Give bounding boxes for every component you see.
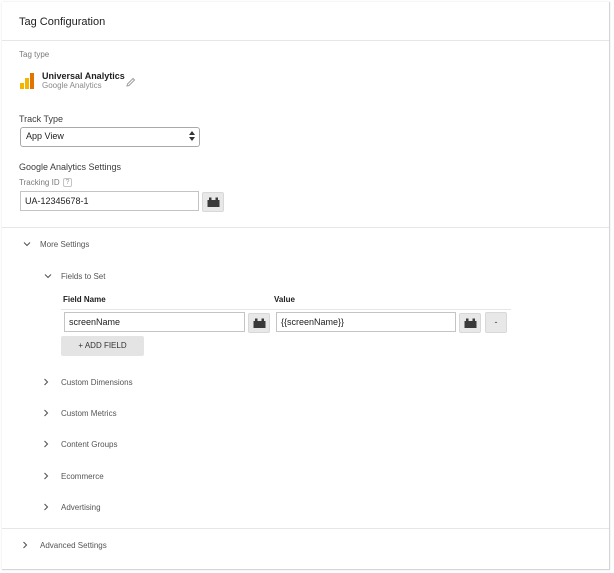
ga-settings-label: Google Analytics Settings bbox=[19, 162, 122, 172]
chevron-right-icon[interactable] bbox=[42, 472, 50, 480]
section-content-groups[interactable]: Content Groups bbox=[61, 440, 117, 449]
chevron-down-icon[interactable] bbox=[44, 272, 52, 280]
fields-to-set-label[interactable]: Fields to Set bbox=[61, 272, 105, 281]
chevron-right-icon[interactable] bbox=[42, 409, 50, 417]
chevron-down-icon[interactable] bbox=[23, 240, 31, 248]
tag-configuration-card: Tag Configuration Tag type Universal Ana… bbox=[2, 2, 610, 570]
field-name-input[interactable]: screenName bbox=[64, 312, 245, 332]
track-type-selected: App View bbox=[26, 131, 64, 141]
track-type-label: Track Type bbox=[19, 114, 64, 124]
value-variable-button[interactable] bbox=[459, 313, 481, 333]
tracking-id-input[interactable]: UA-12345678-1 bbox=[20, 191, 199, 211]
more-settings-label[interactable]: More Settings bbox=[40, 240, 89, 249]
variable-brick-icon bbox=[207, 197, 220, 207]
section-custom-dimensions[interactable]: Custom Dimensions bbox=[61, 378, 133, 387]
chevron-right-icon[interactable] bbox=[42, 378, 50, 386]
chevron-right-icon[interactable] bbox=[21, 541, 29, 549]
fields-header-divider bbox=[61, 309, 511, 310]
help-icon[interactable]: ? bbox=[63, 178, 72, 187]
field-name-variable-button[interactable] bbox=[248, 313, 270, 333]
variable-picker-button[interactable] bbox=[202, 192, 224, 212]
value-input[interactable]: {{screenName}} bbox=[276, 312, 456, 332]
tag-type-name[interactable]: Universal Analytics bbox=[42, 71, 125, 81]
track-type-select[interactable]: App View bbox=[20, 127, 200, 147]
add-field-button[interactable]: + ADD FIELD bbox=[61, 336, 144, 356]
tag-type-label: Tag type bbox=[19, 50, 50, 59]
variable-brick-icon bbox=[464, 318, 477, 328]
analytics-bars-icon bbox=[19, 70, 37, 90]
tag-type-vendor: Google Analytics bbox=[42, 81, 102, 90]
tracking-id-label: Tracking ID bbox=[19, 178, 60, 187]
more-settings-divider bbox=[2, 528, 609, 529]
variable-brick-icon bbox=[253, 318, 266, 328]
advanced-settings-label[interactable]: Advanced Settings bbox=[40, 541, 107, 550]
chevron-right-icon[interactable] bbox=[42, 440, 50, 448]
card-title: Tag Configuration bbox=[19, 16, 106, 28]
pencil-icon[interactable] bbox=[126, 74, 136, 87]
ga-divider bbox=[2, 227, 609, 228]
header-divider bbox=[2, 40, 609, 41]
select-arrows-icon bbox=[189, 131, 195, 141]
chevron-right-icon[interactable] bbox=[42, 503, 50, 511]
field-name-header: Field Name bbox=[63, 295, 106, 304]
remove-row-button[interactable]: - bbox=[485, 312, 507, 333]
section-custom-metrics[interactable]: Custom Metrics bbox=[61, 409, 117, 418]
value-header: Value bbox=[274, 295, 295, 304]
section-ecommerce[interactable]: Ecommerce bbox=[61, 472, 104, 481]
section-advertising[interactable]: Advertising bbox=[61, 503, 101, 512]
